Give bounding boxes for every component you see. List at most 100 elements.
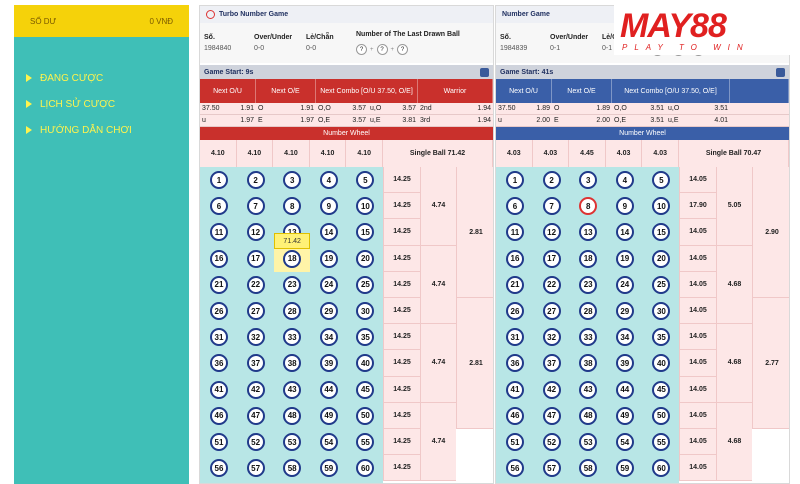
number-ball[interactable]: 60: [652, 459, 671, 478]
number-ball[interactable]: 4: [615, 171, 634, 189]
group-odds[interactable]: 4.74: [420, 402, 456, 482]
row-odds[interactable]: 14.05: [679, 324, 716, 351]
number-ball[interactable]: 18: [579, 249, 598, 268]
sum-odds[interactable]: 4.10: [310, 140, 347, 167]
number-ball[interactable]: 39: [319, 354, 338, 373]
odds-cell[interactable]: 3.51: [640, 103, 666, 114]
row-odds[interactable]: 14.05: [679, 271, 716, 298]
number-ball[interactable]: 4: [319, 171, 338, 189]
number-ball[interactable]: 15: [652, 223, 671, 242]
number-ball[interactable]: 8: [283, 197, 302, 216]
odds-cell[interactable]: 3.81: [393, 115, 418, 126]
row-odds[interactable]: 14.05: [679, 350, 716, 377]
row-odds[interactable]: 14.05: [679, 376, 716, 403]
number-ball[interactable]: 41: [210, 380, 228, 399]
row-odds[interactable]: 14.25: [383, 350, 420, 377]
sum-odds[interactable]: 4.10: [200, 140, 237, 167]
number-ball[interactable]: 27: [542, 302, 561, 320]
odds-cell[interactable]: 1.91: [286, 103, 316, 114]
group-odds[interactable]: 4.74: [420, 245, 456, 325]
number-ball[interactable]: 52: [542, 433, 561, 451]
number-ball[interactable]: 43: [283, 380, 302, 399]
group-odds[interactable]: 4.68: [716, 245, 752, 325]
row-odds[interactable]: 14.05: [679, 455, 716, 482]
number-ball[interactable]: 37: [542, 354, 561, 373]
number-ball[interactable]: 7: [246, 197, 265, 216]
row-odds[interactable]: 14.05: [679, 245, 716, 272]
number-ball[interactable]: 25: [652, 275, 671, 294]
number-ball[interactable]: 31: [506, 328, 524, 347]
group-odds[interactable]: 4.74: [420, 324, 456, 403]
number-ball[interactable]: 26: [210, 302, 228, 320]
odds-cell[interactable]: 4.01: [696, 115, 730, 126]
number-ball[interactable]: 58: [579, 459, 598, 478]
number-ball[interactable]: 11: [210, 223, 228, 242]
row-odds[interactable]: 14.05: [679, 219, 716, 246]
number-ball[interactable]: 29: [319, 302, 338, 320]
number-ball[interactable]: 52: [246, 433, 265, 451]
number-ball[interactable]: 60: [356, 459, 375, 478]
number-ball[interactable]: 10: [652, 197, 671, 216]
number-ball[interactable]: 32: [246, 328, 265, 347]
number-ball[interactable]: 17: [542, 249, 561, 268]
row-odds[interactable]: 14.05: [679, 167, 716, 194]
number-ball[interactable]: 30: [356, 302, 375, 320]
row-odds[interactable]: 14.25: [383, 271, 420, 298]
number-ball[interactable]: 55: [652, 433, 671, 451]
number-ball[interactable]: 36: [506, 354, 524, 373]
number-ball[interactable]: 3: [579, 171, 598, 189]
number-ball[interactable]: 53: [283, 433, 302, 451]
row-odds[interactable]: 14.25: [383, 219, 420, 246]
row-odds[interactable]: 14.25: [383, 245, 420, 272]
number-ball[interactable]: 12: [542, 223, 561, 242]
number-ball[interactable]: 14: [319, 223, 338, 242]
number-ball[interactable]: 1: [210, 171, 228, 189]
odds-cell[interactable]: 2.00: [582, 115, 612, 126]
odds-cell[interactable]: 3.57: [393, 103, 418, 114]
sum-odds[interactable]: 4.03: [496, 140, 533, 167]
row-odds[interactable]: 14.25: [383, 376, 420, 403]
number-ball[interactable]: 40: [356, 354, 375, 373]
group-odds[interactable]: 2.90: [752, 167, 789, 298]
number-ball[interactable]: 9: [319, 197, 338, 216]
number-ball[interactable]: 24: [615, 275, 634, 294]
row-odds[interactable]: 14.05: [679, 429, 716, 456]
odds-cell[interactable]: 1.91: [228, 103, 256, 114]
row-odds[interactable]: 17.90: [679, 193, 716, 220]
row-odds[interactable]: 14.25: [383, 193, 420, 220]
number-ball[interactable]: 3: [283, 171, 302, 189]
number-ball[interactable]: 20: [652, 249, 671, 268]
number-ball[interactable]: 24: [319, 275, 338, 294]
number-ball[interactable]: 34: [319, 328, 338, 347]
number-ball[interactable]: 22: [246, 275, 265, 294]
sum-odds[interactable]: 4.45: [569, 140, 606, 167]
number-ball[interactable]: 46: [506, 406, 524, 425]
number-ball[interactable]: 2: [246, 171, 265, 189]
number-ball[interactable]: 11: [506, 223, 524, 242]
number-ball[interactable]: 38: [283, 354, 302, 373]
odds-cell[interactable]: 3.51: [640, 115, 666, 126]
number-ball[interactable]: 23: [579, 275, 598, 294]
number-ball[interactable]: 35: [356, 328, 375, 347]
number-ball[interactable]: 21: [506, 275, 524, 294]
number-ball[interactable]: 51: [506, 433, 524, 451]
number-ball[interactable]: 25: [356, 275, 375, 294]
group-odds[interactable]: 4.68: [716, 324, 752, 403]
number-ball[interactable]: 21: [210, 275, 228, 294]
row-odds[interactable]: 14.25: [383, 429, 420, 456]
number-ball[interactable]: 56: [210, 459, 228, 478]
number-ball[interactable]: 44: [615, 380, 634, 399]
group-odds[interactable]: 4.74: [420, 167, 456, 246]
odds-cell[interactable]: 1.97: [228, 115, 256, 126]
row-odds[interactable]: 14.25: [383, 402, 420, 429]
number-ball[interactable]: 28: [579, 302, 598, 320]
sum-odds[interactable]: 4.03: [533, 140, 570, 167]
calendar-icon[interactable]: [776, 67, 785, 77]
number-ball[interactable]: 47: [246, 406, 265, 425]
odds-row[interactable]: u 2.00 E 2.00 O,E 3.51 u,E 4.01: [496, 115, 789, 127]
number-ball[interactable]: 46: [210, 406, 228, 425]
odds-cell[interactable]: 1.89: [582, 103, 612, 114]
number-ball[interactable]: 57: [542, 459, 561, 478]
odds-row[interactable]: 37.50 1.89 O 1.89 O,O 3.51 u,O 3.51: [496, 103, 789, 115]
sum-odds[interactable]: 4.10: [237, 140, 274, 167]
